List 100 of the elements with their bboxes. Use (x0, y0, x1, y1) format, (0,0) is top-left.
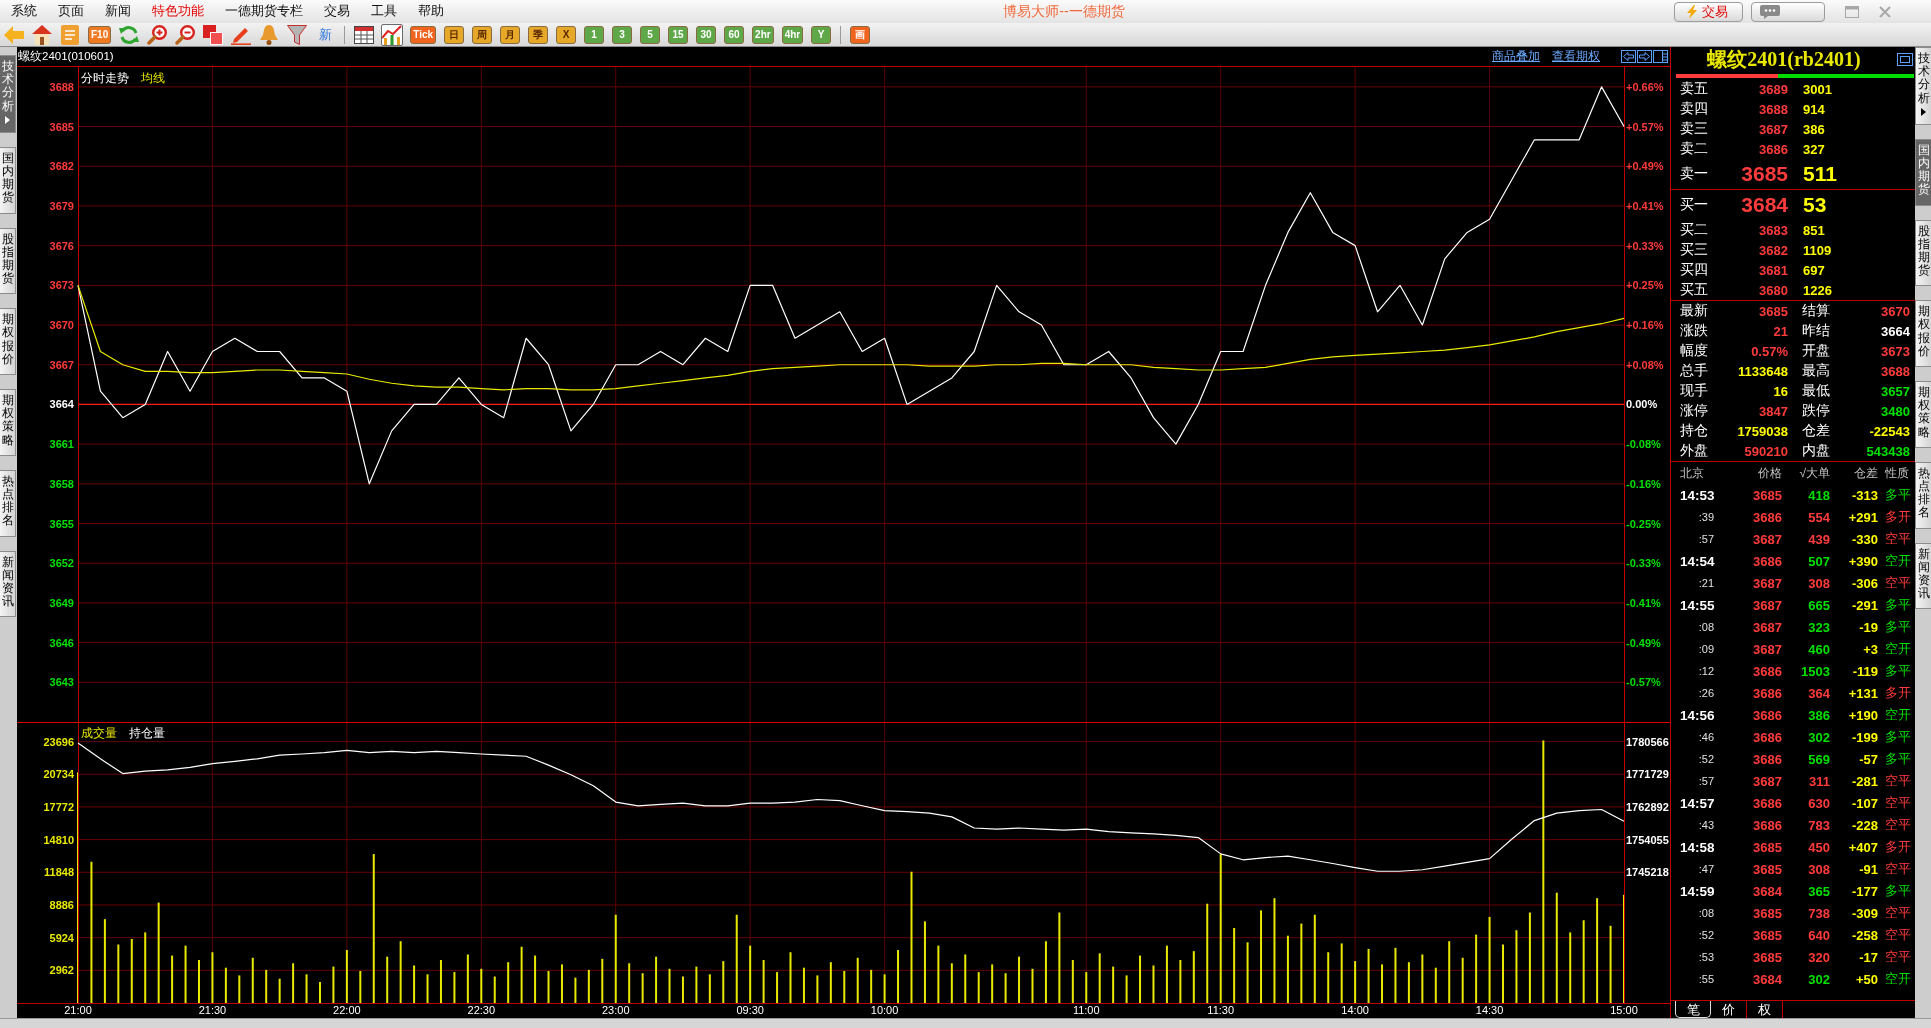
tick-volume: 640 (1807, 927, 1830, 943)
tick-type: 空平 (1884, 794, 1912, 812)
axis-label: 3658 (49, 477, 74, 490)
tick-volume: 364 (1807, 685, 1830, 701)
axis-label: 0.00% (1626, 398, 1658, 411)
tick-price: 3686 (1752, 663, 1782, 679)
tick-change: -309 (1850, 905, 1878, 921)
time-label: 21:30 (198, 1004, 227, 1016)
tick-time: :21 (1697, 577, 1715, 589)
axis-label: -0.25% (1626, 517, 1661, 530)
time-label: 22:30 (467, 1004, 496, 1016)
tick-type: 多平 (1884, 596, 1912, 614)
tick-time: :53 (1697, 951, 1715, 963)
book-label: 买四 (1680, 261, 1709, 279)
tick-type: 空平 (1884, 926, 1912, 944)
book-label: 卖五 (1680, 80, 1709, 98)
tick-time: 14:58 (1680, 839, 1716, 855)
axis-label: -0.33% (1626, 557, 1661, 570)
quote-label: 幅度 (1680, 342, 1709, 360)
book-price: 3683 (1758, 222, 1788, 238)
book-volume: 1109 (1802, 242, 1833, 258)
tick-change: +3 (1862, 641, 1878, 657)
book-label: 卖三 (1680, 120, 1709, 138)
column-header: 北京 (1680, 464, 1705, 482)
legend-label: 分时走势 (81, 71, 129, 85)
tick-type: 多平 (1884, 728, 1912, 746)
tick-change: -258 (1850, 927, 1878, 943)
time-label: 10:00 (870, 1004, 899, 1016)
tick-volume: 418 (1807, 487, 1830, 503)
quote-label: 最低 (1801, 382, 1831, 400)
book-price: 3688 (1758, 101, 1788, 117)
book-price: 3684 (1740, 193, 1788, 217)
axis-label: 3664 (49, 398, 74, 411)
tick-price: 3684 (1752, 971, 1782, 987)
axis-label: 17772 (43, 800, 74, 813)
tick-price: 3685 (1752, 949, 1782, 965)
axis-label: -0.57% (1626, 676, 1661, 689)
tick-change: -119 (1851, 663, 1878, 679)
quote-value: 21 (1772, 323, 1788, 339)
tick-price: 3686 (1752, 553, 1782, 569)
tick-change: +291 (1847, 509, 1878, 525)
axis-label: +0.08% (1626, 358, 1664, 371)
tick-type: 多开 (1884, 508, 1912, 526)
quote-value: 3847 (1758, 403, 1788, 419)
axis-label: 11848 (44, 866, 74, 879)
book-label: 卖二 (1680, 140, 1709, 158)
tick-price: 3685 (1752, 905, 1782, 921)
time-label: 14:30 (1475, 1004, 1504, 1016)
tick-volume: 311 (1808, 773, 1830, 789)
tick-time: :39 (1697, 511, 1715, 523)
quote-label: 持仓 (1680, 422, 1709, 440)
tick-volume: 450 (1807, 839, 1830, 855)
tick-volume: 320 (1807, 949, 1830, 965)
axis-label: 8886 (49, 898, 74, 911)
column-header: 仓差 (1853, 464, 1878, 482)
tick-time: :26 (1697, 687, 1715, 699)
book-volume: 1226 (1802, 282, 1833, 298)
tick-type: 空开 (1884, 970, 1912, 988)
tick-volume: 302 (1807, 729, 1830, 745)
axis-label: 1754055 (1626, 833, 1669, 846)
axis-label: 3688 (49, 80, 74, 93)
tick-change: +407 (1847, 839, 1878, 855)
column-header: 性质 (1884, 464, 1910, 482)
quote-value: 16 (1772, 383, 1788, 399)
book-label: 买二 (1680, 221, 1709, 239)
tick-price: 3687 (1752, 773, 1782, 789)
quote-label: 昨结 (1801, 322, 1831, 340)
tick-change: -228 (1850, 817, 1878, 833)
tick-price: 3685 (1752, 861, 1782, 877)
axis-label: -0.49% (1626, 636, 1661, 649)
legend-label: 均线 (141, 71, 165, 85)
quote-label: 最新 (1680, 302, 1709, 320)
time-label: 23:00 (601, 1004, 630, 1016)
book-volume: 327 (1802, 141, 1826, 157)
legend-label: 成交量 (81, 726, 117, 740)
tick-volume: 308 (1807, 575, 1830, 591)
axis-label: 14810 (43, 833, 74, 846)
axis-label: 3679 (49, 199, 74, 212)
quote-label: 结算 (1801, 302, 1831, 320)
tick-volume: 365 (1807, 883, 1830, 899)
tick-type: 多平 (1884, 882, 1912, 900)
tick-time: :43 (1697, 819, 1715, 831)
tick-time: :08 (1697, 621, 1715, 633)
tick-type: 空开 (1884, 706, 1912, 724)
tick-time: 14:55 (1680, 597, 1716, 613)
tick-volume: 630 (1807, 795, 1830, 811)
quote-value: 590210 (1743, 443, 1788, 459)
tick-type: 空平 (1884, 860, 1912, 878)
tick-change: -291 (1850, 597, 1878, 613)
tick-time: 14:56 (1680, 707, 1716, 723)
tick-price: 3686 (1752, 729, 1782, 745)
book-label: 买一 (1680, 196, 1709, 214)
axis-label: 3682 (49, 160, 74, 173)
tick-type: 空平 (1884, 530, 1912, 548)
tick-time: 14:53 (1680, 487, 1716, 503)
tick-volume: 302 (1807, 971, 1830, 987)
tick-volume: 665 (1807, 597, 1830, 613)
axis-label: 3685 (49, 120, 74, 133)
tick-type: 空平 (1884, 772, 1912, 790)
tick-change: -281 (1850, 773, 1878, 789)
